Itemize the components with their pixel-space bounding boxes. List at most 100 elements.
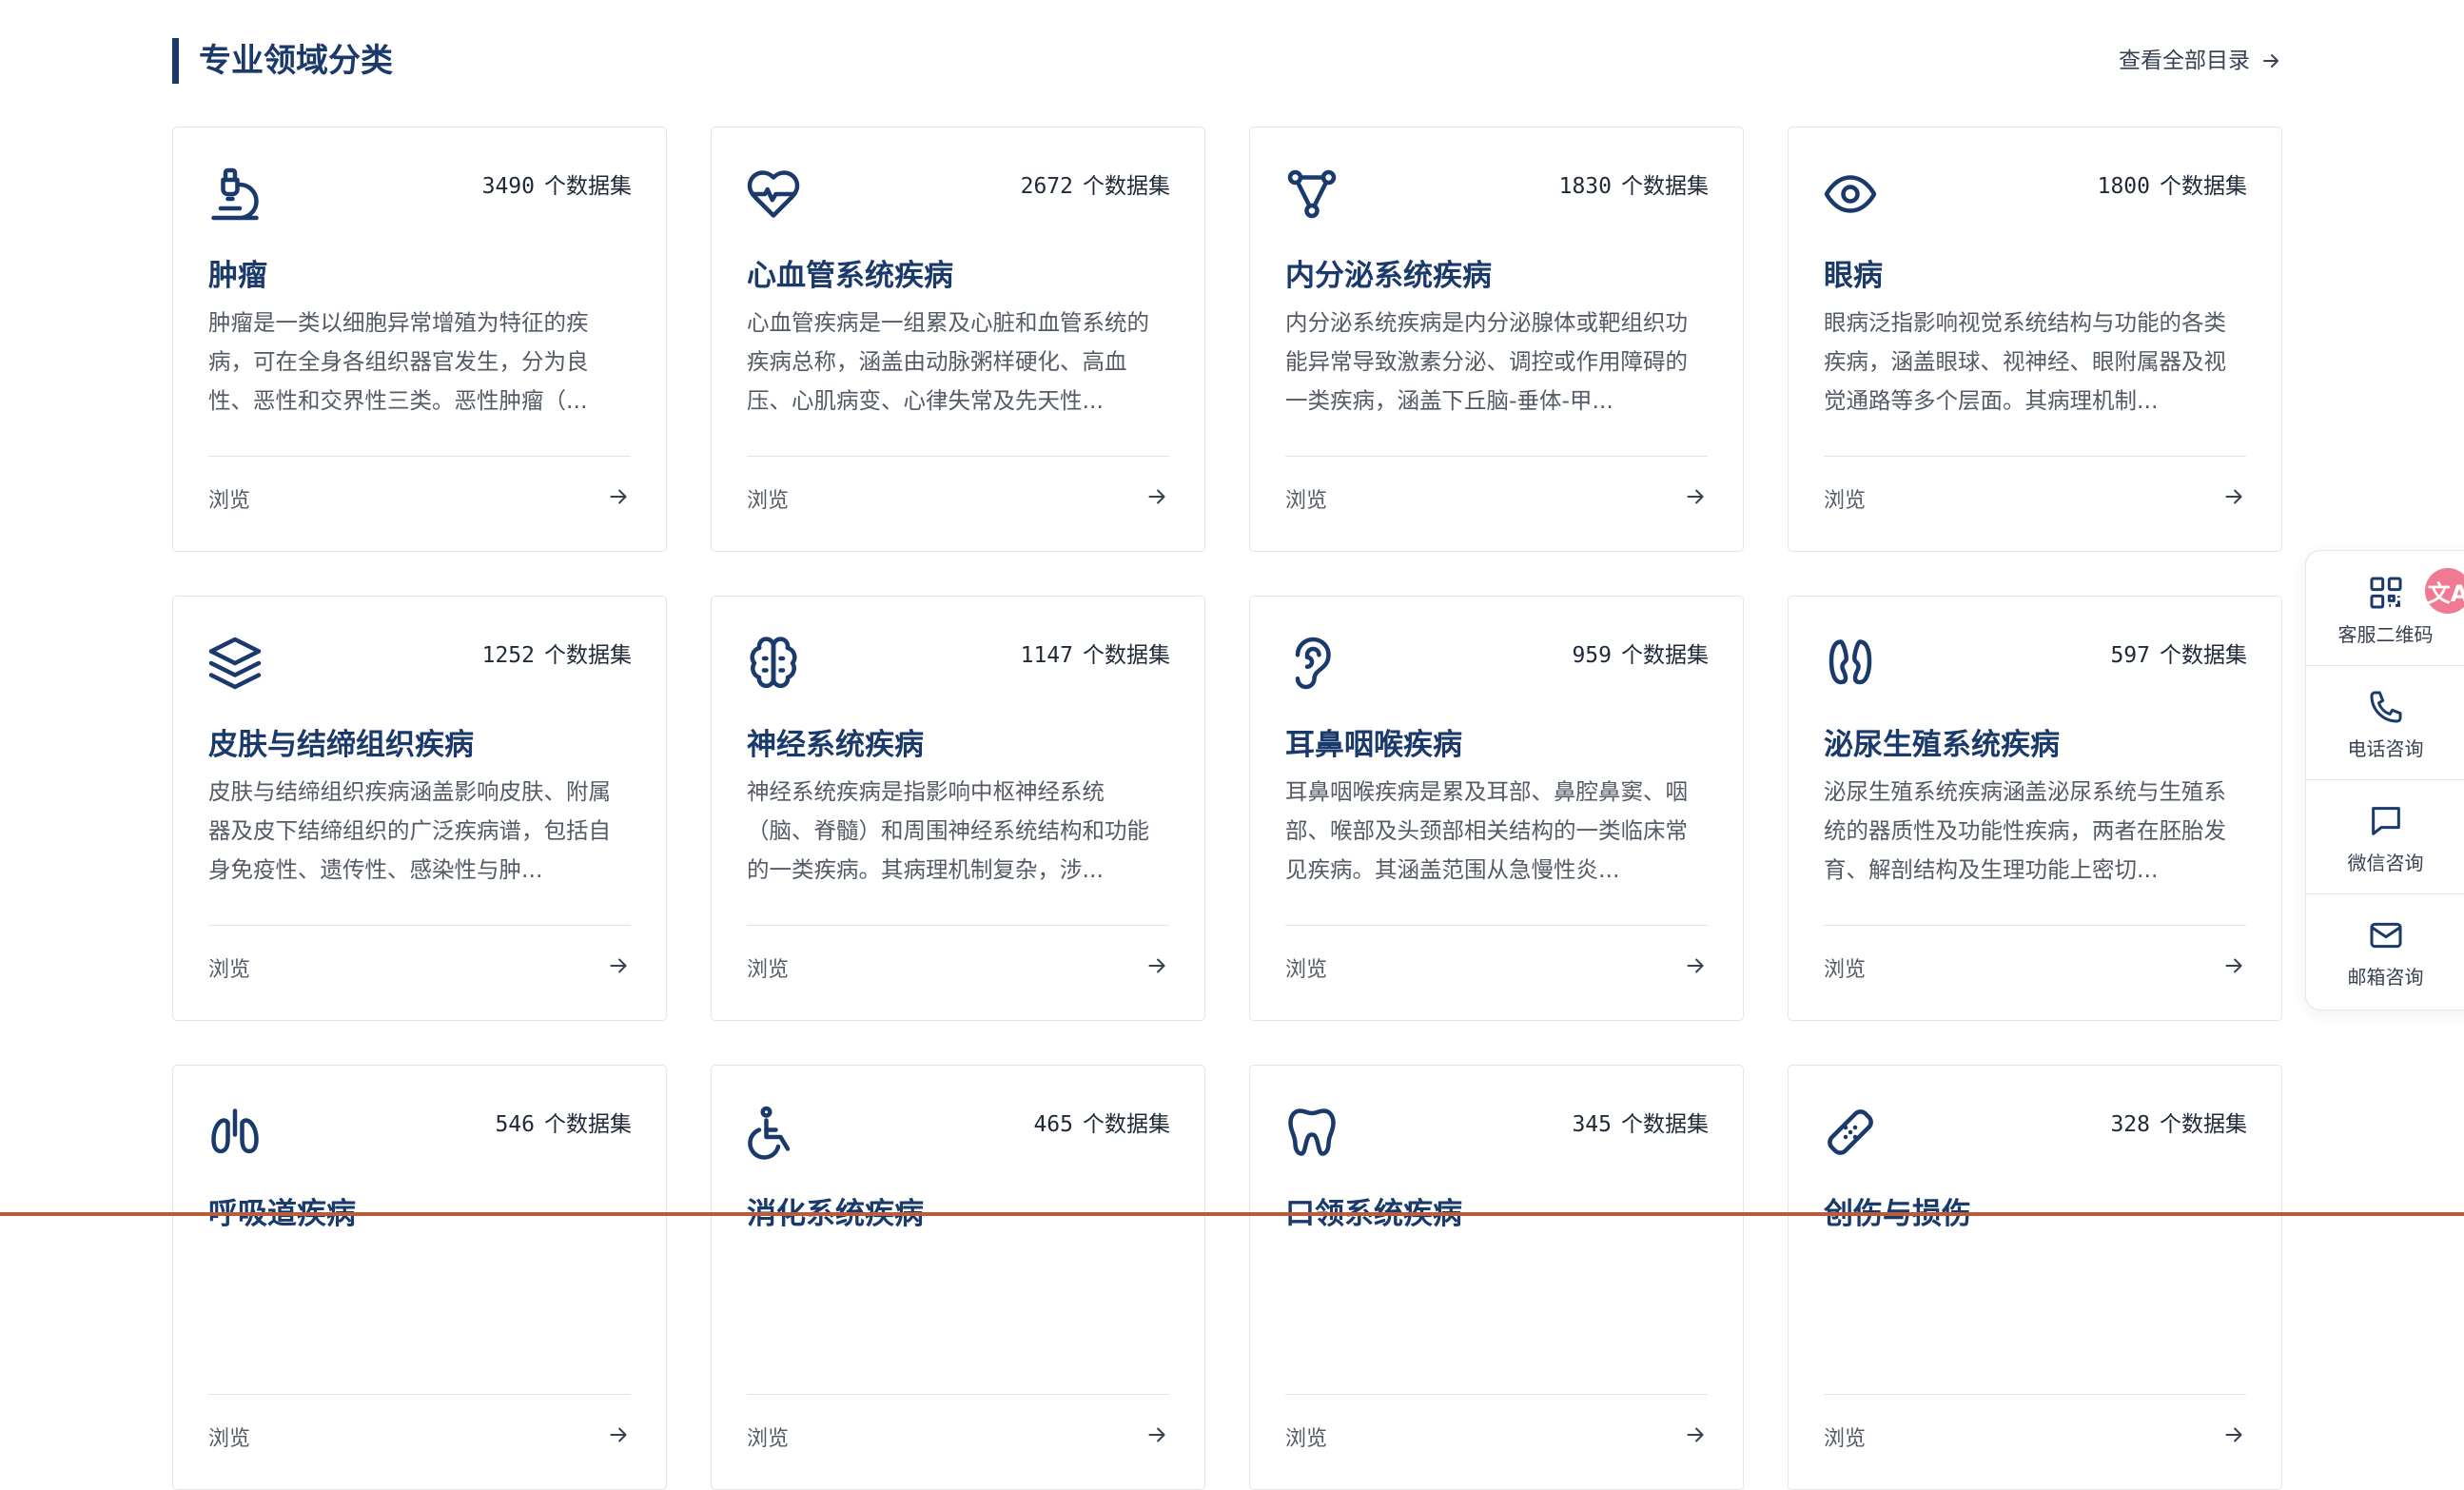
arrow-right-icon [606,953,631,982]
category-card[interactable]: 1252 个数据集 皮肤与结缔组织疾病 皮肤与结缔组织疾病涵盖影响皮肤、附属器及皮… [172,596,667,1021]
dataset-count-number: 1830 [1558,174,1612,199]
dataset-count-unit: 个数据集 [2160,643,2247,668]
qr-code-icon [2367,574,2405,612]
category-card[interactable]: 1800 个数据集 眼病 眼病泛指影响视觉系统结构与功能的各类疾病，涵盖眼球、视神… [1788,127,2282,552]
browse-link[interactable]: 浏览 [1285,480,1708,518]
category-name[interactable]: 肿瘤 [208,251,267,294]
mail-icon [2367,916,2405,954]
category-name[interactable]: 口领系统疾病 [1285,1189,1462,1232]
browse-label: 浏览 [1285,1427,1328,1451]
browse-label: 浏览 [747,1427,790,1451]
card-divider [208,925,631,926]
phone-consult-button[interactable]: 电话咨询 [2306,665,2464,779]
browse-link[interactable]: 浏览 [1824,949,2246,987]
category-card[interactable]: 546 个数据集 呼吸道疾病 浏览 [172,1065,667,1490]
arrow-right-icon [2221,484,2246,513]
dataset-count: 1830 个数据集 [1559,167,1709,200]
browse-link[interactable]: 浏览 [747,480,1169,518]
category-name[interactable]: 皮肤与结缔组织疾病 [208,720,474,763]
card-divider [1824,456,2246,457]
card-divider [1285,456,1708,457]
card-divider [1824,1394,2246,1395]
arrow-right-icon [2221,953,2246,982]
dataset-count-unit: 个数据集 [1083,643,1170,668]
category-name[interactable]: 泌尿生殖系统疾病 [1824,720,2060,763]
browse-link[interactable]: 浏览 [1285,1418,1708,1456]
eye-icon [1822,166,1879,223]
dataset-count: 959 个数据集 [1572,637,1709,669]
network-icon [1283,166,1340,223]
category-name[interactable]: 心血管系统疾病 [747,251,953,294]
browse-label: 浏览 [208,489,251,513]
browse-link[interactable]: 浏览 [747,949,1169,987]
bottom-accent-line [0,1212,2464,1216]
category-name[interactable]: 创伤与损伤 [1824,1189,1971,1232]
brain-icon [745,635,802,692]
dataset-count-unit: 个数据集 [544,643,632,668]
category-card[interactable]: 465 个数据集 消化系统疾病 浏览 [711,1065,1205,1490]
dataset-count-number: 345 [1572,1112,1612,1137]
browse-link[interactable]: 浏览 [747,1418,1169,1456]
category-name[interactable]: 呼吸道疾病 [208,1189,356,1232]
ear-icon [1283,635,1340,692]
browse-link[interactable]: 浏览 [1824,1418,2246,1456]
kidney-icon [1822,635,1879,692]
dataset-count-unit: 个数据集 [1621,1112,1709,1137]
email-consult-button[interactable]: 邮箱咨询 [2306,893,2464,1008]
card-divider [208,1394,631,1395]
section-header: 专业领域分类 查看全部目录 [172,38,2282,84]
browse-label: 浏览 [1824,1427,1867,1451]
dataset-count: 328 个数据集 [2110,1106,2247,1138]
category-card[interactable]: 3490 个数据集 肿瘤 肿瘤是一类以细胞异常增殖为特征的疾病，可在全身各组织器官… [172,127,667,552]
category-card[interactable]: 328 个数据集 创伤与损伤 浏览 [1788,1065,2282,1490]
browse-label: 浏览 [747,489,790,513]
browse-link[interactable]: 浏览 [1285,949,1708,987]
dataset-count-unit: 个数据集 [2160,174,2247,199]
browse-link[interactable]: 浏览 [208,480,631,518]
dataset-count-number: 1800 [2097,174,2150,199]
wheelchair-icon [745,1104,802,1161]
wechat-consult-button[interactable]: 微信咨询 [2306,779,2464,893]
category-name[interactable]: 内分泌系统疾病 [1285,251,1492,294]
browse-label: 浏览 [1824,489,1867,513]
arrow-right-icon [2221,1422,2246,1451]
category-card[interactable]: 1147 个数据集 神经系统疾病 神经系统疾病是指影响中枢神经系统（脑、脊髓）和周… [711,596,1205,1021]
dataset-count-unit: 个数据集 [544,1112,632,1137]
category-card[interactable]: 1830 个数据集 内分泌系统疾病 内分泌系统疾病是内分泌腺体或靶组织功能异常导致… [1249,127,1744,552]
category-name[interactable]: 耳鼻咽喉疾病 [1285,720,1462,763]
dataset-count-number: 2672 [1020,174,1073,199]
card-divider [747,1394,1169,1395]
category-name[interactable]: 眼病 [1824,251,1883,294]
arrow-right-icon [2263,54,2278,68]
category-description: 眼病泛指影响视觉系统结构与功能的各类疾病，涵盖眼球、视神经、眼附属器及视觉通路等… [1824,309,2226,414]
title-accent-bar [172,38,179,84]
category-card[interactable]: 345 个数据集 口领系统疾病 浏览 [1249,1065,1744,1490]
lungs-icon [206,1104,264,1161]
category-description: 内分泌系统疾病是内分泌腺体或靶组织功能异常导致激素分泌、调控或作用障碍的一类疾病… [1285,309,1688,414]
browse-link[interactable]: 浏览 [208,949,631,987]
dataset-count: 1800 个数据集 [2098,167,2247,200]
dataset-count: 345 个数据集 [1572,1106,1709,1138]
arrow-right-icon [1144,484,1169,513]
card-divider [208,456,631,457]
browse-link[interactable]: 浏览 [208,1418,631,1456]
dataset-count-unit: 个数据集 [1083,1112,1170,1137]
category-description: 耳鼻咽喉疾病是累及耳部、鼻腔鼻窦、咽部、喉部及头颈部相关结构的一类临床常见疾病。… [1285,778,1688,883]
phone-icon [2367,688,2405,726]
category-card[interactable]: 597 个数据集 泌尿生殖系统疾病 泌尿生殖系统疾病涵盖泌尿系统与生殖系统的器质性… [1788,596,2282,1021]
section-title: 专业领域分类 [199,42,393,80]
browse-link[interactable]: 浏览 [1824,480,2246,518]
translate-icon[interactable]: 文A [2425,568,2464,614]
arrow-right-icon [606,1422,631,1451]
category-card[interactable]: 959 个数据集 耳鼻咽喉疾病 耳鼻咽喉疾病是累及耳部、鼻腔鼻窦、咽部、喉部及头颈… [1249,596,1744,1021]
category-description: 皮肤与结缔组织疾病涵盖影响皮肤、附属器及皮下结缔组织的广泛疾病谱，包括自身免疫性… [208,778,611,883]
dataset-count-number: 1252 [481,643,535,668]
browse-label: 浏览 [1285,489,1328,513]
dataset-count-unit: 个数据集 [1621,174,1709,199]
view-all-link[interactable]: 查看全部目录 [2119,38,2282,84]
wechat-consult-label: 微信咨询 [2347,852,2424,874]
category-name[interactable]: 消化系统疾病 [747,1189,924,1232]
category-name[interactable]: 神经系统疾病 [747,720,924,763]
category-card[interactable]: 2672 个数据集 心血管系统疾病 心血管疾病是一组累及心脏和血管系统的疾病总称，… [711,127,1205,552]
tooth-icon [1283,1104,1340,1161]
